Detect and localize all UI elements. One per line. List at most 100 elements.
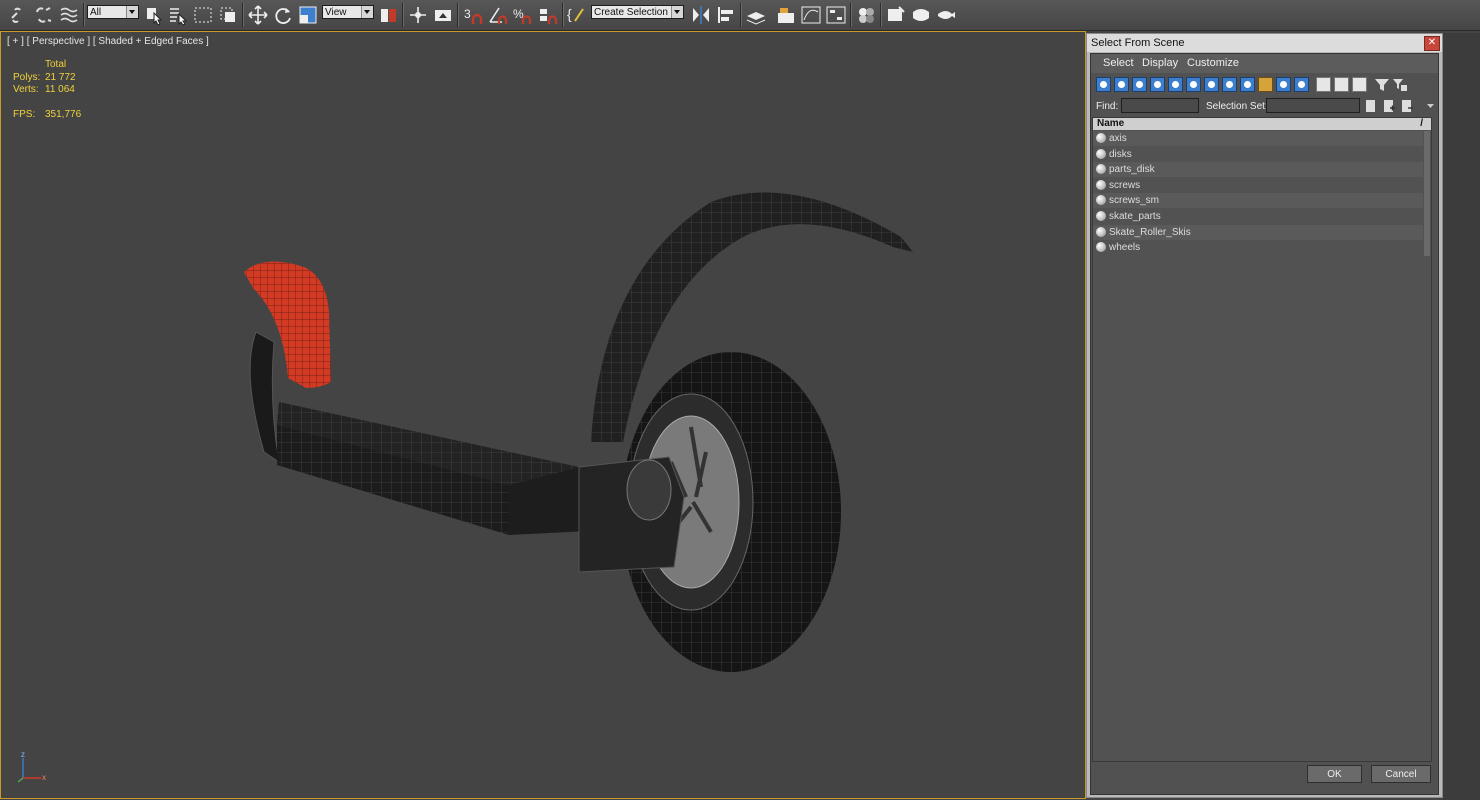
selection-set-dropdown[interactable] <box>1266 98 1360 113</box>
axle-hub[interactable] <box>626 459 672 521</box>
object-type-icon <box>1096 226 1106 237</box>
snaps-toggle-icon[interactable]: 3 <box>462 4 484 26</box>
list-item[interactable]: screws_sm <box>1093 193 1423 209</box>
sort-indicator: / <box>1420 118 1423 129</box>
select-from-scene-dialog: Select From Scene ✕ Select Display Custo… <box>1086 33 1443 798</box>
display-helpers-icon[interactable] <box>1168 77 1183 92</box>
svg-text:3: 3 <box>464 7 471 21</box>
list-scrollbar[interactable] <box>1424 131 1430 256</box>
select-object-icon[interactable] <box>143 4 165 26</box>
object-name: wheels <box>1109 242 1141 254</box>
find-row: Find: Selection Set: <box>1091 96 1438 116</box>
keyboard-shortcut-icon[interactable] <box>432 4 454 26</box>
select-manipulate-icon[interactable] <box>407 4 429 26</box>
display-shapes-icon[interactable] <box>1114 77 1129 92</box>
unlink-icon[interactable] <box>33 4 55 26</box>
edit-named-selection-icon[interactable]: { <box>566 4 588 26</box>
stats-polys-value: 21 772 <box>45 72 76 83</box>
name-column-header[interactable]: Name / <box>1093 118 1431 130</box>
axis-z-label: z <box>21 750 25 759</box>
curve-editor-icon[interactable] <box>800 4 822 26</box>
list-item[interactable]: Skate_Roller_Skis <box>1093 224 1423 240</box>
remove-from-selection-set-icon[interactable] <box>1400 99 1414 113</box>
dialog-title[interactable]: Select From Scene <box>1087 34 1442 52</box>
add-to-selection-set-icon[interactable] <box>1382 99 1396 113</box>
display-bones-icon[interactable] <box>1240 77 1255 92</box>
display-containers-icon[interactable] <box>1258 77 1273 92</box>
close-icon[interactable]: ✕ <box>1424 36 1440 51</box>
schematic-view-icon[interactable] <box>825 4 847 26</box>
scooter-model-render[interactable] <box>1 32 1085 798</box>
mirror-icon[interactable] <box>690 4 712 26</box>
percent-snap-icon[interactable]: % <box>512 4 534 26</box>
create-selection-set-icon[interactable] <box>1364 99 1378 113</box>
list-item[interactable]: skate_parts <box>1093 209 1423 224</box>
object-type-icon <box>1096 164 1106 175</box>
ok-button[interactable]: OK <box>1307 765 1362 783</box>
filter-options-icon[interactable] <box>1392 77 1408 93</box>
find-input[interactable] <box>1121 98 1199 113</box>
stats-fps-value: 351,776 <box>45 109 82 120</box>
display-lights-icon[interactable] <box>1132 77 1147 92</box>
angle-snap-icon[interactable] <box>487 4 509 26</box>
scale-icon[interactable] <box>297 4 319 26</box>
selection-filter-dropdown[interactable]: All <box>87 5 139 19</box>
cancel-button[interactable]: Cancel <box>1371 765 1431 783</box>
display-geometry-icon[interactable] <box>1096 77 1111 92</box>
menu-select[interactable]: Select <box>1103 57 1134 69</box>
dialog-body: Select Display Customize Find: Selection… <box>1090 53 1439 795</box>
graphite-ribbon-icon[interactable] <box>775 4 797 26</box>
object-name: axis <box>1109 133 1127 144</box>
rotate-icon[interactable] <box>272 4 294 26</box>
align-icon[interactable] <box>715 4 737 26</box>
scene-object-list[interactable]: Name / axis disks parts_diskscrews screws_s… <box>1092 117 1432 762</box>
display-spacewarps-icon[interactable] <box>1186 77 1201 92</box>
select-by-name-icon[interactable] <box>167 4 189 26</box>
list-item[interactable]: parts_disk <box>1093 162 1423 178</box>
object-name: screws <box>1109 179 1141 191</box>
named-selection-set-dropdown[interactable]: Create Selection Se <box>591 5 684 19</box>
filter-icon[interactable] <box>1374 77 1390 93</box>
select-all-icon[interactable] <box>1316 77 1331 92</box>
display-groups-icon[interactable] <box>1204 77 1219 92</box>
stats-fps-label: FPS: <box>13 109 36 120</box>
select-none-icon[interactable] <box>1334 77 1349 92</box>
menu-customize[interactable]: Customize <box>1187 57 1239 69</box>
material-editor-icon[interactable] <box>855 4 877 26</box>
window-crossing-icon[interactable] <box>217 4 239 26</box>
layer-manager-icon[interactable] <box>745 4 767 26</box>
render-icon[interactable] <box>935 4 957 26</box>
rect-selection-icon[interactable] <box>192 4 214 26</box>
render-setup-icon[interactable] <box>885 4 907 26</box>
spinner-snap-icon[interactable] <box>537 4 559 26</box>
list-item[interactable]: wheels <box>1093 240 1423 256</box>
use-pivot-icon[interactable] <box>378 4 400 26</box>
link-icon[interactable] <box>8 4 30 26</box>
display-xrefs-icon[interactable] <box>1222 77 1237 92</box>
object-type-icon <box>1096 195 1106 206</box>
list-item[interactable]: axis <box>1093 131 1423 146</box>
rear-wheel[interactable] <box>249 331 280 464</box>
display-cameras-icon[interactable] <box>1150 77 1165 92</box>
list-item[interactable]: screws <box>1093 177 1423 193</box>
bind-spacewarp-icon[interactable] <box>58 4 80 26</box>
object-name: disks <box>1109 148 1132 160</box>
toolbar-separator <box>880 3 882 27</box>
display-hidden-icon[interactable] <box>1294 77 1309 92</box>
dialog-filter-toolbar <box>1091 74 1438 94</box>
object-name: parts_disk <box>1109 164 1155 176</box>
stats-polys-label: Polys: <box>13 72 41 83</box>
list-item[interactable]: disks <box>1093 146 1423 162</box>
toolbar-separator <box>850 3 852 27</box>
display-frozen-icon[interactable] <box>1276 77 1291 92</box>
expand-arrow-icon[interactable] <box>1427 102 1435 110</box>
reference-coordinate-dropdown[interactable]: View <box>322 5 374 19</box>
select-invert-icon[interactable] <box>1352 77 1367 92</box>
move-icon[interactable] <box>247 4 269 26</box>
viewport-label[interactable]: [ + ] [ Perspective ] [ Shaded + Edged F… <box>7 36 209 47</box>
toolbar-separator <box>242 3 244 27</box>
menu-display[interactable]: Display <box>1142 57 1178 69</box>
object-type-icon <box>1096 242 1106 253</box>
perspective-viewport[interactable]: [ + ] [ Perspective ] [ Shaded + Edged F… <box>0 31 1086 799</box>
rendered-frame-icon[interactable] <box>910 4 932 26</box>
